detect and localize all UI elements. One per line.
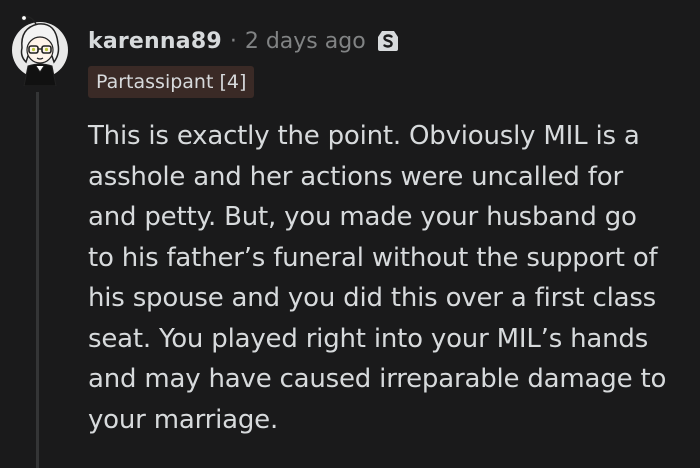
comment-body-line: and petty. But, you made your husband go [88,202,637,232]
silver-award-icon[interactable] [376,29,400,53]
comment-body-line: and may have caused irreparable damage t… [88,364,667,394]
username-link[interactable]: karenna89 [88,29,222,54]
comment-body-line: seat. You played right into your MIL’s h… [88,323,649,354]
thread-line[interactable] [36,92,39,468]
meta-separator: · [229,28,237,54]
comment-body: This is exactly the point. Obviously MIL… [88,116,694,440]
user-flair: Partassipant [4] [88,66,255,98]
comment-body-line: your marriage. [88,404,279,435]
comment-body-line: asshole and her actions were uncalled fo… [88,161,623,192]
comment-body-line: to his father’s funeral without the supp… [88,242,658,273]
comment-body-line: his spouse and you did this over a first… [88,283,657,313]
comment-body-line: This is exactly the point. Obviously MIL… [88,121,640,151]
avatar-illustration-icon [12,14,68,87]
user-avatar[interactable] [10,10,70,87]
comment-header: karenna89 · 2 days ago [88,24,400,58]
comment-timestamp[interactable]: 2 days ago [245,29,366,54]
